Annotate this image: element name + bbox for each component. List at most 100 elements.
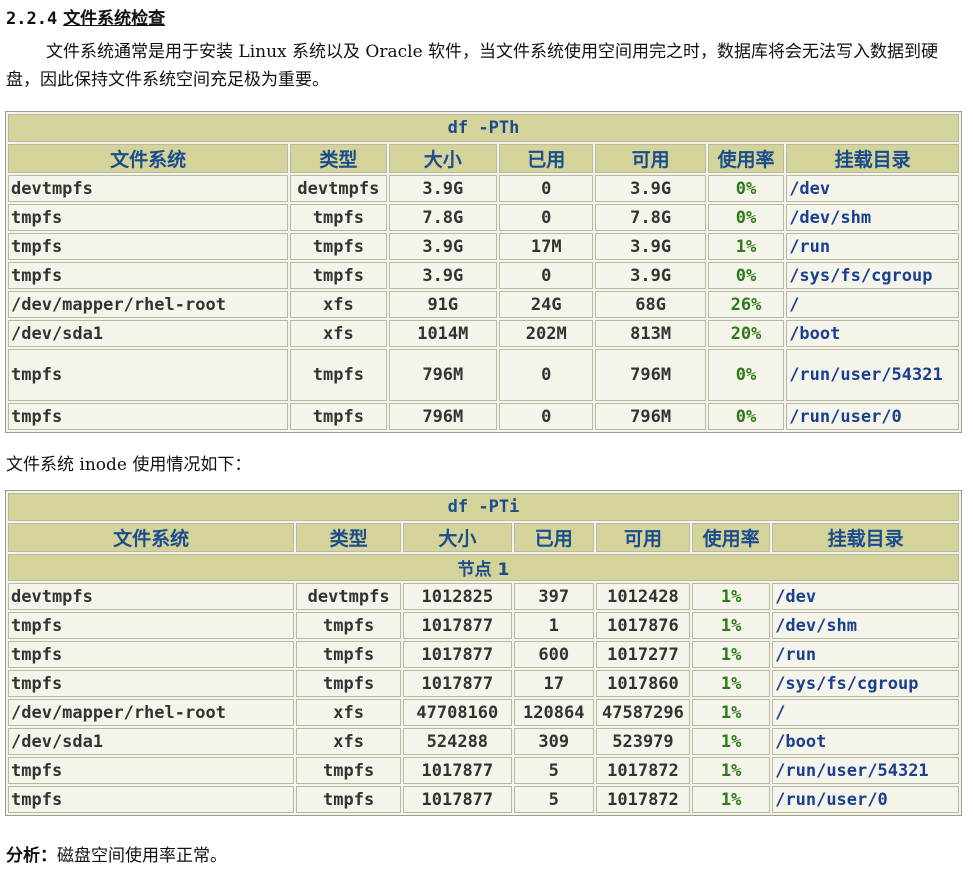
- table-row: /dev/mapper/rhel-root xfs 91G 24G 68G 26% /: [8, 291, 959, 318]
- table-row: tmpfs tmpfs 796M 0 796M 0%/run/user/54321: [8, 349, 959, 401]
- cell-filesystem: devtmpfs: [8, 175, 289, 202]
- cell-type: devtmpfs: [290, 175, 387, 202]
- cell-filesystem: tmpfs: [8, 403, 289, 430]
- col-header-used: 已用: [499, 144, 594, 173]
- cell-size: 3.9G: [388, 175, 498, 202]
- cell-filesystem: tmpfs: [8, 757, 295, 784]
- cell-size: 1012825: [402, 583, 512, 610]
- cell-mount: /dev/shm: [786, 204, 959, 231]
- cell-avail: 47587296: [595, 699, 691, 726]
- table-row: tmpfs tmpfs 1017877 17 1017860 1%/sys/fs/cgro…: [8, 670, 959, 697]
- cell-usage: 26%: [707, 291, 785, 318]
- cell-type: tmpfs: [290, 403, 387, 430]
- cell-size: 1017877: [402, 641, 512, 668]
- cell-size: 796M: [388, 403, 498, 430]
- cell-usage: 0%: [707, 403, 785, 430]
- cell-used: 0: [499, 204, 594, 231]
- cell-used: 17M: [499, 233, 594, 260]
- cell-size: 796M: [388, 349, 498, 401]
- table-row: tmpfs tmpfs 1017877 600 1017277 1%/run: [8, 641, 959, 668]
- table-caption: df -PTi: [8, 493, 959, 521]
- cell-avail: 796M: [595, 403, 706, 430]
- cell-usage: 1%: [692, 612, 771, 639]
- cell-avail: 1012428: [595, 583, 691, 610]
- cell-used: 600: [513, 641, 594, 668]
- cell-filesystem: /dev/mapper/rhel-root: [8, 699, 295, 726]
- table-row: devtmpfs devtmpfs 1012825 397 1012428 1%/dev: [8, 583, 959, 610]
- cell-avail: 68G: [595, 291, 706, 318]
- cell-mount: /boot: [772, 728, 959, 755]
- col-header-mount: 挂载目录: [772, 523, 959, 552]
- cell-size: 3.9G: [388, 233, 498, 260]
- cell-used: 24G: [499, 291, 594, 318]
- header-row: 文件系统 类型 大小 已用 可用 使用率 挂载目录: [8, 144, 959, 173]
- cell-type: xfs: [296, 728, 401, 755]
- cell-used: 0: [499, 349, 594, 401]
- cell-avail: 1017876: [595, 612, 691, 639]
- cell-usage: 1%: [692, 583, 771, 610]
- cell-usage: 1%: [692, 757, 771, 784]
- analysis-text: 磁盘空间使用率正常。: [57, 846, 227, 866]
- cell-type: tmpfs: [296, 612, 401, 639]
- cell-type: tmpfs: [290, 204, 387, 231]
- document-page: 2.2.4 文件系统检查 文件系统通常是用于安装 Linux 系统以及 Oracl…: [0, 0, 973, 871]
- cell-used: 309: [513, 728, 594, 755]
- cell-usage: 0%: [707, 262, 785, 289]
- cell-used: 17: [513, 670, 594, 697]
- cell-type: xfs: [290, 320, 387, 347]
- analysis: 分析：磁盘空间使用率正常。: [6, 841, 227, 866]
- cell-used: 5: [513, 786, 594, 813]
- cell-avail: 1017872: [595, 786, 691, 813]
- cell-avail: 1017872: [595, 757, 691, 784]
- cell-filesystem: /dev/sda1: [8, 728, 295, 755]
- cell-filesystem: tmpfs: [8, 233, 289, 260]
- cell-avail: 3.9G: [595, 175, 706, 202]
- cell-mount: /run/user/0: [786, 403, 959, 430]
- table-body: devtmpfs devtmpfs 1012825 397 1012428 1%/dev t…: [8, 583, 959, 813]
- cell-used: 202M: [499, 320, 594, 347]
- cell-size: 1017877: [402, 612, 512, 639]
- cell-type: tmpfs: [290, 349, 387, 401]
- cell-usage: 0%: [707, 175, 785, 202]
- col-header-type: 类型: [296, 523, 401, 552]
- col-header-used: 已用: [513, 523, 594, 552]
- cell-filesystem: tmpfs: [8, 786, 295, 813]
- cell-size: 91G: [388, 291, 498, 318]
- cell-mount: /sys/fs/cgroup: [772, 670, 959, 697]
- cell-type: tmpfs: [290, 233, 387, 260]
- cell-size: 1014M: [388, 320, 498, 347]
- cell-mount: /sys/fs/cgroup: [786, 262, 959, 289]
- cell-usage: 1%: [692, 699, 771, 726]
- col-header-usage: 使用率: [692, 523, 771, 552]
- col-header-filesystem: 文件系统: [8, 144, 289, 173]
- cell-usage: 20%: [707, 320, 785, 347]
- table-row: tmpfs tmpfs 7.8G 0 7.8G 0%/dev/shm: [8, 204, 959, 231]
- cell-avail: 3.9G: [595, 233, 706, 260]
- cell-avail: 3.9G: [595, 262, 706, 289]
- node-label: 节点 1: [8, 554, 959, 581]
- cell-usage: 0%: [707, 349, 785, 401]
- cell-type: xfs: [290, 291, 387, 318]
- cell-type: tmpfs: [296, 641, 401, 668]
- cell-filesystem: tmpfs: [8, 641, 295, 668]
- table-row: devtmpfs devtmpfs 3.9G 0 3.9G 0%/dev: [8, 175, 959, 202]
- table-row: tmpfs tmpfs 796M 0 796M 0%/run/user/0: [8, 403, 959, 430]
- cell-size: 47708160: [402, 699, 512, 726]
- inode-note: 文件系统 inode 使用情况如下：: [6, 455, 252, 475]
- cell-type: xfs: [296, 699, 401, 726]
- cell-filesystem: tmpfs: [8, 670, 295, 697]
- cell-used: 5: [513, 757, 594, 784]
- col-header-avail: 可用: [595, 523, 691, 552]
- table-row: tmpfs tmpfs 1017877 5 1017872 1%/run/user/0: [8, 786, 959, 813]
- cell-mount: /dev/shm: [772, 612, 959, 639]
- col-header-mount: 挂载目录: [786, 144, 959, 173]
- cell-mount: /run/user/54321: [786, 349, 959, 401]
- cell-size: 524288: [402, 728, 512, 755]
- cell-usage: 1%: [692, 641, 771, 668]
- cell-size: 1017877: [402, 786, 512, 813]
- cell-mount: /dev: [772, 583, 959, 610]
- cell-usage: 0%: [707, 204, 785, 231]
- cell-filesystem: tmpfs: [8, 204, 289, 231]
- cell-mount: /run/user/54321: [772, 757, 959, 784]
- cell-usage: 1%: [707, 233, 785, 260]
